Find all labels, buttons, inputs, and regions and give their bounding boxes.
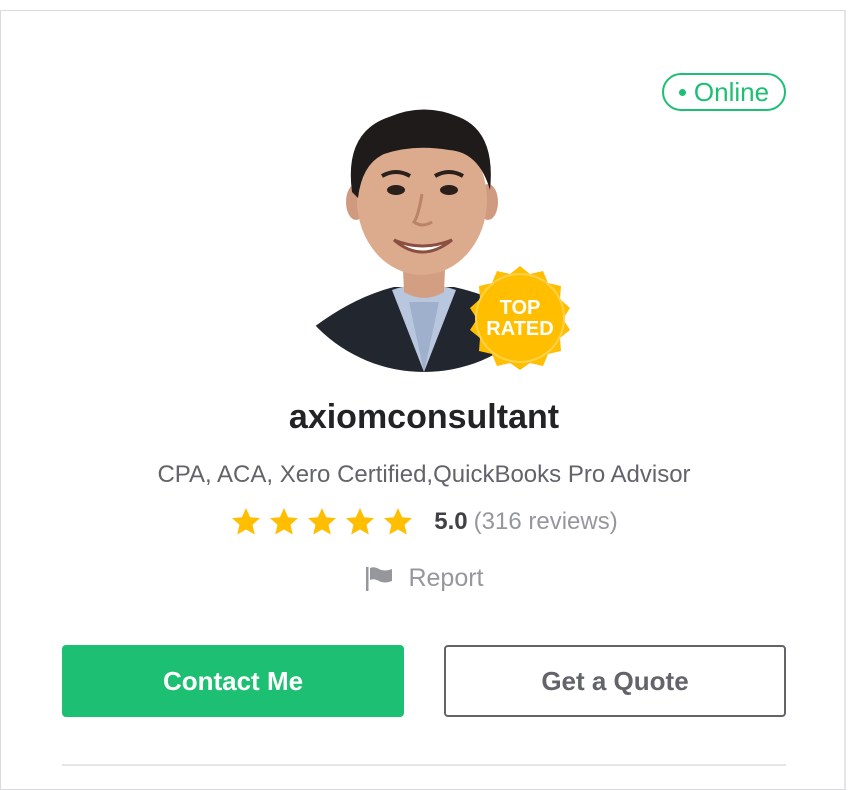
star-icon [232, 508, 261, 535]
report-label: Report [408, 564, 484, 592]
top-rated-badge: TOP RATED [470, 266, 570, 370]
badge-line-rated: RATED [486, 318, 553, 340]
star-icon [308, 508, 337, 535]
divider [62, 764, 786, 766]
online-dot-icon [678, 88, 686, 96]
report-link[interactable]: Report [0, 564, 848, 593]
rating-reviews-count[interactable]: (316 reviews) [474, 508, 618, 536]
rating-stars [230, 506, 414, 538]
badge-line-top: TOP [500, 297, 541, 319]
contact-me-button[interactable]: Contact Me [62, 645, 404, 717]
seller-username[interactable]: axiomconsultant [0, 398, 848, 437]
flag-icon [366, 566, 393, 591]
seller-tagline: CPA, ACA, Xero Certified,QuickBooks Pro … [157, 461, 691, 488]
online-status-label: Online [693, 76, 770, 107]
rating-summary: 5.0 (316 reviews) [0, 506, 848, 538]
rating-score: 5.0 [434, 508, 468, 535]
star-icon [270, 508, 299, 535]
star-icon [384, 508, 413, 535]
star-icon [346, 508, 375, 535]
get-a-quote-button[interactable]: Get a Quote [444, 645, 786, 717]
online-status-badge: Online [662, 73, 786, 111]
